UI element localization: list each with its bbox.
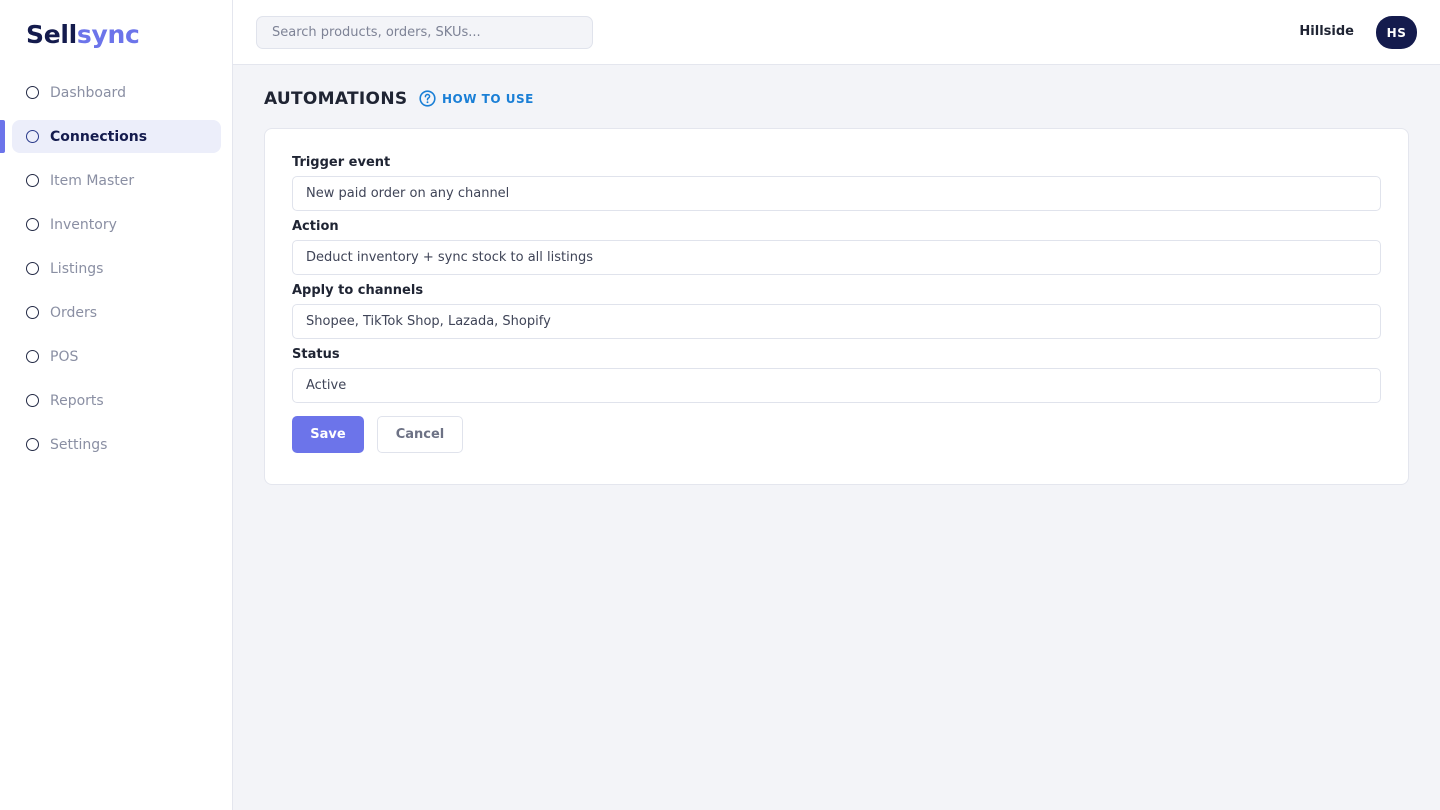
sidebar-item-reports[interactable]: Reports (12, 384, 221, 417)
sidebar-item-dashboard[interactable]: Dashboard (12, 76, 221, 109)
automation-form-card: Trigger event Action Apply to channels S… (264, 128, 1409, 485)
logo-part-sync: sync (76, 20, 140, 49)
save-button[interactable]: Save (292, 416, 364, 453)
sidebar-item-label: Inventory (50, 216, 117, 233)
sidebar-item-label: Reports (50, 392, 104, 409)
sidebar-item-label: Item Master (50, 172, 135, 189)
circle-icon (26, 394, 39, 407)
app-logo[interactable]: Sellsync (26, 20, 140, 49)
circle-icon (26, 306, 39, 319)
sidebar-item-orders[interactable]: Orders (12, 296, 221, 329)
sidebar: Sellsync Dashboard Connections Item Mast… (0, 0, 233, 810)
sidebar-item-label: Dashboard (50, 84, 126, 101)
help-circle-icon (419, 90, 436, 107)
apply-to-channels-label: Apply to channels (292, 283, 424, 298)
sidebar-item-connections[interactable]: Connections (0, 120, 221, 153)
sidebar-item-label: Listings (50, 260, 104, 277)
circle-icon (26, 86, 39, 99)
circle-icon (26, 174, 39, 187)
sidebar-item-inventory[interactable]: Inventory (12, 208, 221, 241)
top-bar: Hillside HS (233, 0, 1440, 65)
sidebar-item-listings[interactable]: Listings (12, 252, 221, 285)
sidebar-item-label: Connections (50, 128, 148, 145)
org-name[interactable]: Hillside (1299, 24, 1354, 39)
trigger-event-field[interactable] (292, 176, 1381, 211)
search-input[interactable] (256, 16, 593, 49)
circle-icon (26, 438, 39, 451)
how-to-use-link[interactable]: HOW TO USE (419, 90, 534, 107)
sidebar-item-settings[interactable]: Settings (12, 428, 221, 461)
circle-icon (26, 218, 39, 231)
sidebar-item-pos[interactable]: POS (12, 340, 221, 373)
circle-icon (26, 350, 39, 363)
sidebar-item-label: POS (50, 348, 79, 365)
sidebar-nav: Dashboard Connections Item Master Invent… (0, 76, 233, 472)
status-field[interactable] (292, 368, 1381, 403)
page-title: AUTOMATIONS (264, 89, 408, 109)
how-to-use-label: HOW TO USE (442, 91, 534, 106)
circle-icon (26, 130, 39, 143)
action-field[interactable] (292, 240, 1381, 275)
cancel-button[interactable]: Cancel (377, 416, 463, 453)
sidebar-item-label: Orders (50, 304, 98, 321)
logo-part-sell: Sell (26, 20, 77, 49)
apply-to-channels-field[interactable] (292, 304, 1381, 339)
sidebar-item-item-master[interactable]: Item Master (12, 164, 221, 197)
status-label: Status (292, 347, 340, 362)
action-label: Action (292, 219, 339, 234)
circle-icon (26, 262, 39, 275)
trigger-event-label: Trigger event (292, 155, 391, 170)
avatar[interactable]: HS (1376, 16, 1417, 49)
sidebar-item-label: Settings (50, 436, 108, 453)
